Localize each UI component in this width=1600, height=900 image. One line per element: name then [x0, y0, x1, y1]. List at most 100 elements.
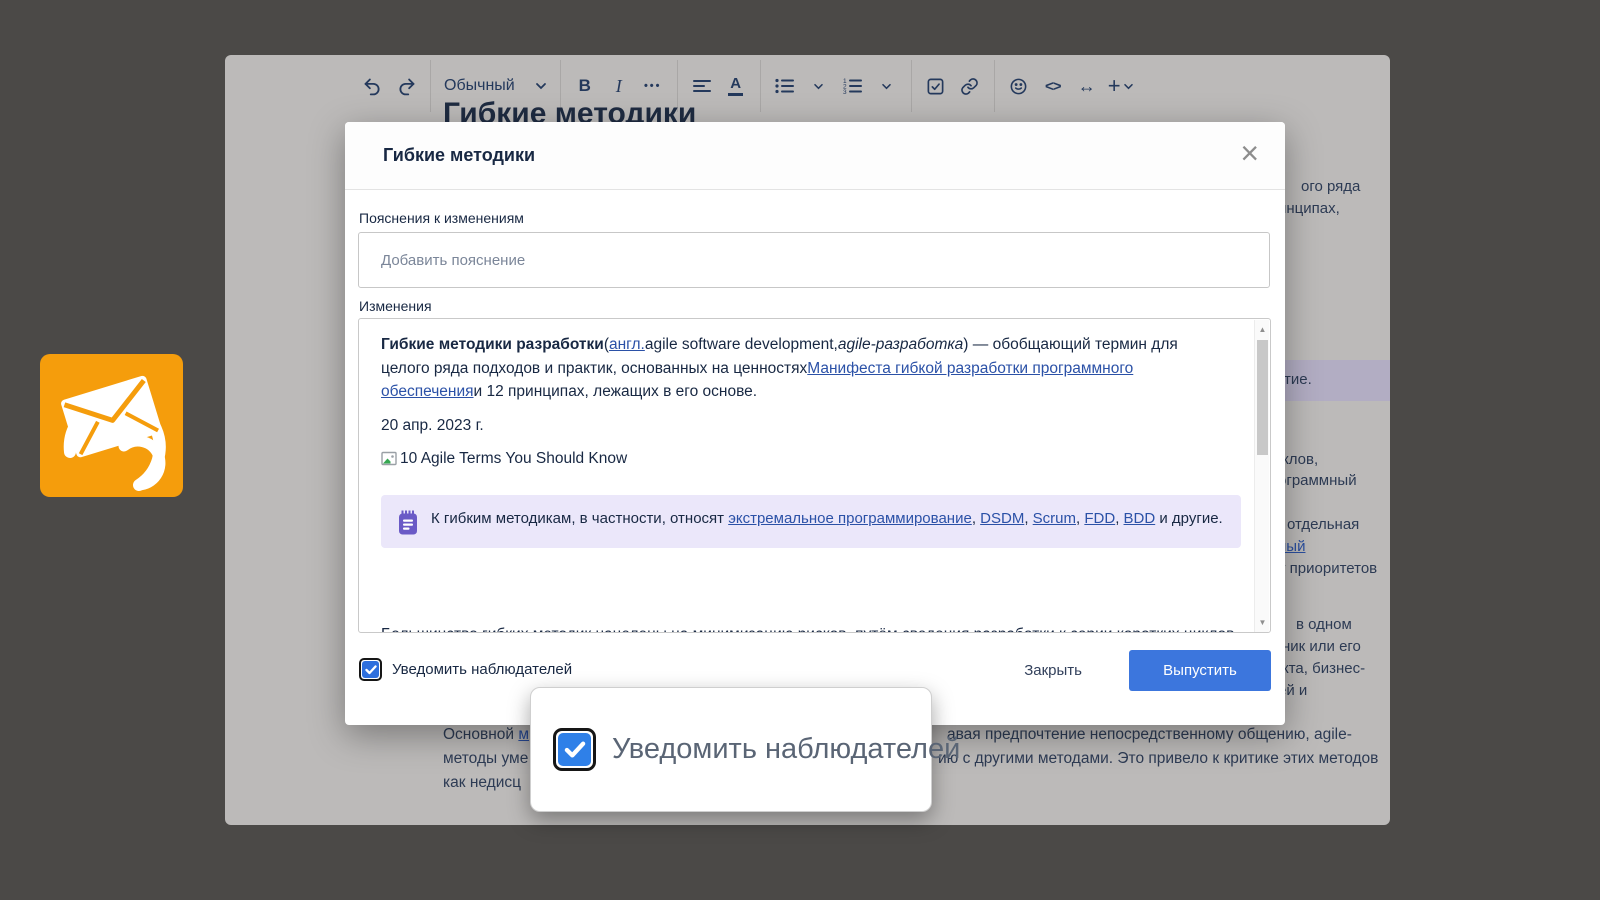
dsdm-link[interactable]: DSDM	[980, 510, 1024, 527]
code-button[interactable]: <>	[1036, 68, 1070, 104]
dialog-footer-buttons: Закрыть Выпустить	[1024, 650, 1271, 691]
fdd-link[interactable]: FDD	[1084, 510, 1115, 527]
magnified-checkbox-label: Уведомить наблюдателей	[612, 733, 960, 766]
page-text-fragment: ограммный	[1278, 472, 1357, 489]
changes-paragraph: Гибкие методики разработки(англ.agile so…	[381, 333, 1225, 404]
changes-text: agile software development,	[645, 336, 838, 353]
undo-icon	[362, 76, 383, 97]
notify-watchers-row: Уведомить наблюдателей	[359, 658, 572, 681]
page-text-fragment: ого ряда	[1301, 178, 1360, 195]
numbered-list-button[interactable]: 123	[836, 68, 870, 104]
mail-swirl-icon	[40, 354, 183, 497]
notepad-icon	[397, 510, 419, 536]
notify-checkbox-magnified[interactable]	[553, 728, 596, 771]
scrum-link[interactable]: Scrum	[1033, 510, 1076, 527]
page-text-fragment: инципах,	[1278, 200, 1340, 217]
magnified-checkbox-card: Уведомить наблюдателей	[530, 687, 932, 812]
text-color-icon: A	[730, 76, 741, 91]
toolbar-divider	[911, 60, 912, 112]
panel-text: ,	[972, 510, 980, 527]
explanation-input[interactable]	[358, 232, 1270, 288]
chevron-down-icon	[535, 82, 547, 90]
changes-text: Гибкие методики разработки	[381, 336, 604, 353]
undo-button[interactable]	[355, 68, 389, 104]
page-text-fragment: в одном	[1296, 616, 1352, 633]
page-text-fragment: ию с другими методами. Это привело к кри…	[938, 750, 1378, 768]
check-icon	[564, 741, 586, 759]
redo-icon	[396, 76, 417, 97]
close-button[interactable]: Закрыть	[1024, 662, 1082, 679]
bullet-list-chevron[interactable]	[802, 68, 836, 104]
page-text: Основной	[443, 726, 518, 743]
insert-button[interactable]: +	[1104, 68, 1138, 104]
scroll-up-icon[interactable]: ▲	[1255, 325, 1270, 334]
link-button[interactable]	[953, 68, 987, 104]
text-style-label: Обычный	[444, 77, 515, 95]
changes-label: Изменения	[359, 298, 432, 314]
panel-text: К гибким методикам, в частности, относят	[431, 510, 728, 527]
align-icon	[693, 79, 711, 93]
svg-text:3: 3	[843, 89, 847, 94]
chevron-down-icon	[881, 83, 892, 90]
publish-button[interactable]: Выпустить	[1129, 650, 1271, 691]
page-text-fragment: как недисц	[443, 774, 521, 792]
chevron-down-icon	[1123, 83, 1134, 90]
panel-text: и другие.	[1155, 510, 1223, 527]
panel-text: ,	[1024, 510, 1032, 527]
toolbar-divider	[430, 60, 431, 112]
bullet-list-icon	[775, 78, 794, 94]
expand-button[interactable]: ↔	[1070, 68, 1104, 104]
page-text-fragment: методы уме	[443, 750, 528, 768]
broken-image-row: 10 Agile Terms You Should Know	[381, 447, 1225, 471]
page-text-fragment: авая предпочтение непосредственному обще…	[947, 726, 1352, 744]
redo-button[interactable]	[389, 68, 423, 104]
page-text-fragment: кта, бизнес-	[1282, 660, 1365, 677]
changes-scrollbar[interactable]: ▲ ▼	[1254, 320, 1269, 632]
link-icon	[960, 77, 979, 96]
page-text-fragment: у приоритетов	[1278, 560, 1377, 577]
check-icon	[365, 665, 377, 675]
numbered-list-icon: 123	[843, 78, 862, 94]
scroll-down-icon[interactable]: ▼	[1255, 618, 1270, 627]
mail-app-logo[interactable]	[40, 354, 183, 497]
date-text: 20 апр. 2023 г.	[381, 414, 1225, 438]
clipped-text-line: Большинство гибких методик нацелены на м…	[381, 626, 1234, 633]
bdd-link[interactable]: BDD	[1124, 510, 1156, 527]
page-text-fragment: ник или его	[1282, 638, 1361, 655]
page-text-fragment: отдельная	[1287, 516, 1359, 533]
info-panel-text: К гибким методикам, в частности, относят…	[431, 507, 1223, 536]
explanation-label: Пояснения к изменениям	[359, 210, 524, 226]
page-text-fragment: клов,	[1282, 451, 1318, 468]
page-text-fragment: Основной м	[443, 726, 529, 744]
dialog-header: Гибкие методики ×	[345, 122, 1285, 190]
broken-image-icon	[381, 450, 398, 467]
emoji-button[interactable]	[1002, 68, 1036, 104]
close-icon[interactable]: ×	[1240, 134, 1259, 172]
dialog-title: Гибкие методики	[383, 145, 535, 166]
changes-text: agile-разработка	[838, 336, 963, 353]
page-text-fragment: тие.	[1284, 371, 1312, 388]
xp-link[interactable]: экстремальное программирование	[728, 510, 972, 527]
page-link-fragment[interactable]: м	[518, 726, 529, 743]
changes-content: Гибкие методики разработки(англ.agile so…	[381, 333, 1225, 548]
chevron-down-icon	[813, 83, 824, 90]
notify-checkbox-label: Уведомить наблюдателей	[392, 661, 572, 678]
notify-checkbox[interactable]	[359, 658, 382, 681]
text-color-bar	[728, 93, 743, 96]
lang-link[interactable]: англ.	[609, 336, 645, 353]
publish-dialog: Гибкие методики × Пояснения к изменениям…	[345, 122, 1285, 725]
changes-preview: Гибкие методики разработки(англ.agile so…	[358, 318, 1271, 633]
text-color-button[interactable]: A	[719, 68, 753, 104]
toolbar-divider	[760, 60, 761, 112]
info-panel: К гибким методикам, в частности, относят…	[381, 495, 1241, 548]
task-checkbox-icon	[926, 77, 945, 96]
bullet-list-button[interactable]	[768, 68, 802, 104]
emoji-icon	[1009, 77, 1028, 96]
image-alt-text: 10 Agile Terms You Should Know	[400, 447, 627, 471]
toolbar-divider	[994, 60, 995, 112]
scrollbar-thumb[interactable]	[1257, 340, 1268, 455]
numbered-list-chevron[interactable]	[870, 68, 904, 104]
plus-icon: +	[1108, 73, 1121, 99]
task-list-button[interactable]	[919, 68, 953, 104]
changes-text: и 12 принципах, лежащих в его основе.	[474, 383, 758, 400]
